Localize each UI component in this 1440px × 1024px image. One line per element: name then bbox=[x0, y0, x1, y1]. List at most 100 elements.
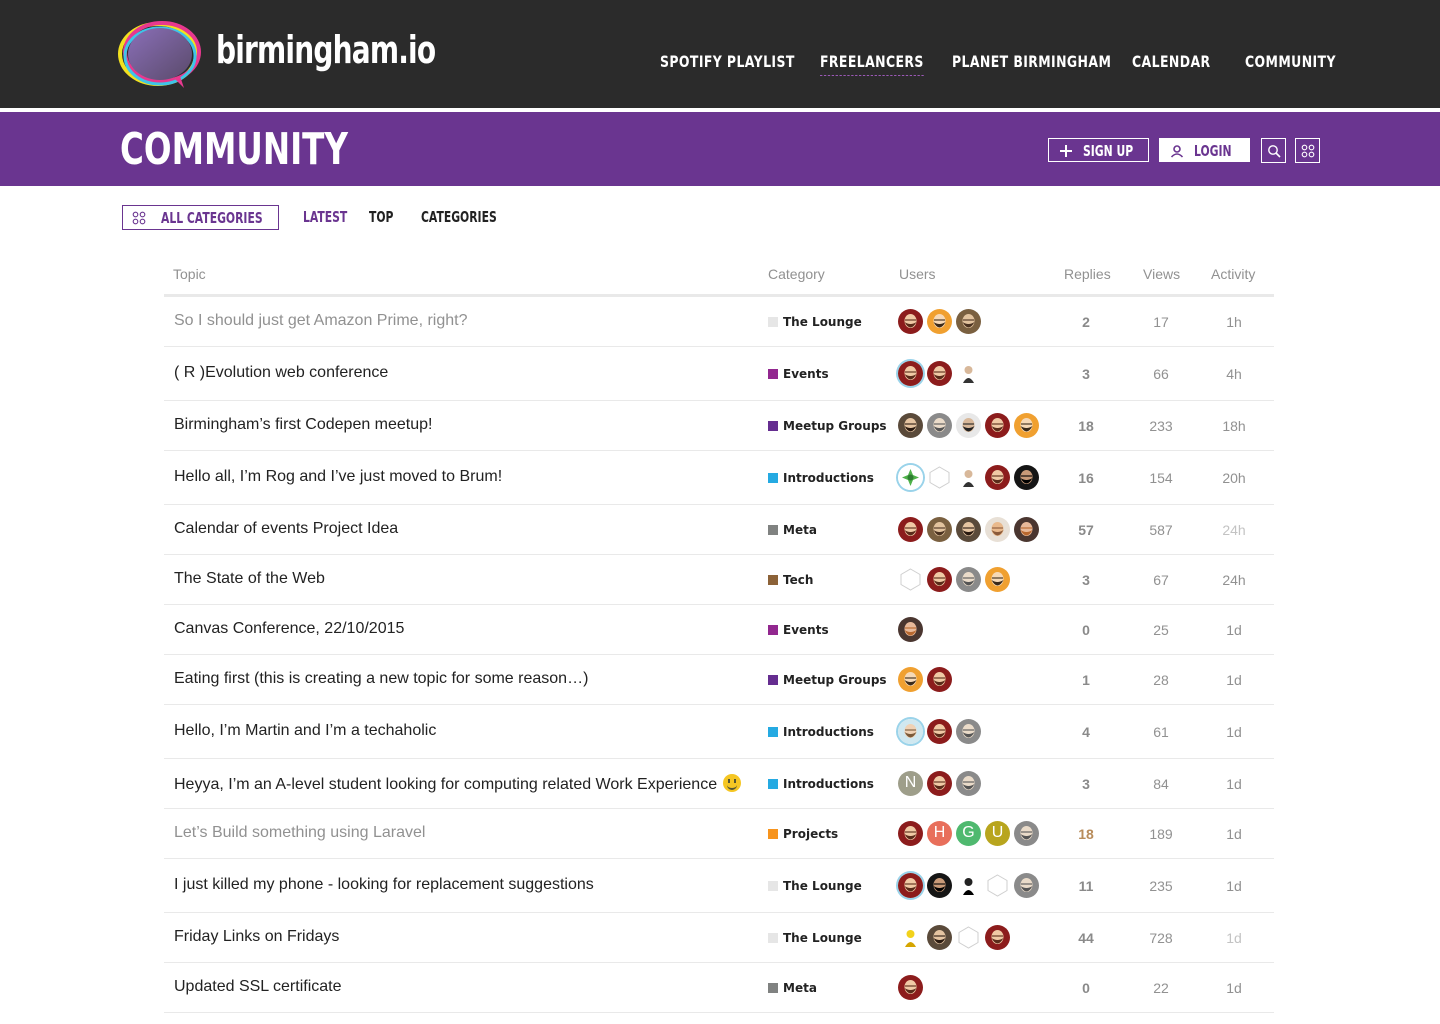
menu-button[interactable] bbox=[1295, 138, 1320, 163]
user-avatar[interactable] bbox=[927, 567, 952, 592]
user-avatar[interactable] bbox=[956, 465, 981, 490]
user-avatar[interactable] bbox=[1014, 413, 1039, 438]
user-avatar[interactable] bbox=[927, 465, 952, 490]
user-avatar[interactable] bbox=[927, 925, 952, 950]
user-avatar[interactable] bbox=[1014, 517, 1039, 542]
topic-title-link[interactable]: Heyya, I’m an A-level student looking fo… bbox=[174, 774, 742, 794]
activity-time[interactable]: 1d bbox=[1204, 826, 1264, 842]
topic-title-link[interactable]: Hello, I’m Martin and I’m a techaholic bbox=[174, 722, 436, 740]
user-avatar[interactable] bbox=[898, 465, 923, 490]
user-avatar[interactable] bbox=[956, 719, 981, 744]
category-badge[interactable]: The Lounge bbox=[768, 931, 862, 945]
user-avatar[interactable] bbox=[898, 517, 923, 542]
user-avatar[interactable] bbox=[956, 517, 981, 542]
category-badge[interactable]: Meetup Groups bbox=[768, 673, 887, 687]
column-header-activity[interactable]: Activity bbox=[1211, 266, 1255, 282]
category-badge[interactable]: The Lounge bbox=[768, 879, 862, 893]
user-avatar[interactable] bbox=[985, 413, 1010, 438]
user-avatar[interactable] bbox=[1014, 465, 1039, 490]
user-avatar[interactable]: U bbox=[985, 821, 1010, 846]
topic-title-link[interactable]: Eating first (this is creating a new top… bbox=[174, 670, 588, 688]
activity-time[interactable]: 1h bbox=[1204, 314, 1264, 330]
user-avatar[interactable] bbox=[898, 873, 923, 898]
site-name[interactable]: birmingham.io bbox=[216, 28, 436, 72]
tab-categories[interactable]: CATEGORIES bbox=[421, 208, 497, 226]
user-avatar[interactable] bbox=[1014, 873, 1039, 898]
column-header-views[interactable]: Views bbox=[1143, 266, 1180, 282]
topic-title-link[interactable]: Updated SSL certificate bbox=[174, 978, 342, 996]
activity-time[interactable]: 1d bbox=[1204, 622, 1264, 638]
activity-time[interactable]: 4h bbox=[1204, 366, 1264, 382]
category-badge[interactable]: Tech bbox=[768, 573, 813, 587]
nav-calendar[interactable]: CALENDAR bbox=[1132, 52, 1210, 76]
user-avatar[interactable] bbox=[985, 465, 1010, 490]
activity-time[interactable]: 1d bbox=[1204, 930, 1264, 946]
column-header-replies[interactable]: Replies bbox=[1064, 266, 1111, 282]
user-avatar[interactable] bbox=[927, 873, 952, 898]
topic-title-link[interactable]: Calendar of events Project Idea bbox=[174, 520, 398, 538]
activity-time[interactable]: 1d bbox=[1204, 980, 1264, 996]
user-avatar[interactable] bbox=[927, 517, 952, 542]
activity-time[interactable]: 20h bbox=[1204, 470, 1264, 486]
user-avatar[interactable] bbox=[927, 771, 952, 796]
user-avatar[interactable] bbox=[927, 361, 952, 386]
topic-title-link[interactable]: Let’s Build something using Laravel bbox=[174, 824, 425, 842]
search-button[interactable] bbox=[1261, 138, 1286, 163]
nav-spotify-playlist[interactable]: SPOTIFY PLAYLIST bbox=[660, 52, 795, 76]
activity-time[interactable]: 24h bbox=[1204, 522, 1264, 538]
user-avatar[interactable] bbox=[985, 517, 1010, 542]
topic-title-link[interactable]: Hello all, I’m Rog and I’ve just moved t… bbox=[174, 468, 502, 486]
user-avatar[interactable] bbox=[956, 361, 981, 386]
user-avatar[interactable] bbox=[985, 925, 1010, 950]
nav-planet-birmingham[interactable]: PLANET BIRMINGHAM bbox=[952, 52, 1111, 76]
user-avatar[interactable] bbox=[927, 413, 952, 438]
user-avatar[interactable] bbox=[898, 975, 923, 1000]
user-avatar[interactable] bbox=[956, 567, 981, 592]
sign-up-button[interactable]: SIGN UP bbox=[1048, 138, 1149, 162]
category-badge[interactable]: Meta bbox=[768, 981, 817, 995]
birmingham-logo-icon[interactable] bbox=[118, 20, 202, 90]
activity-time[interactable]: 1d bbox=[1204, 672, 1264, 688]
category-badge[interactable]: Projects bbox=[768, 827, 838, 841]
user-avatar[interactable] bbox=[956, 873, 981, 898]
topic-title-link[interactable]: Friday Links on Fridays bbox=[174, 928, 339, 946]
user-avatar[interactable] bbox=[898, 719, 923, 744]
user-avatar[interactable] bbox=[898, 413, 923, 438]
activity-time[interactable]: 24h bbox=[1204, 572, 1264, 588]
user-avatar[interactable] bbox=[898, 617, 923, 642]
user-avatar[interactable] bbox=[898, 667, 923, 692]
user-avatar[interactable] bbox=[898, 361, 923, 386]
category-badge[interactable]: Introductions bbox=[768, 471, 874, 485]
user-avatar[interactable] bbox=[985, 567, 1010, 592]
user-avatar[interactable] bbox=[956, 771, 981, 796]
activity-time[interactable]: 1d bbox=[1204, 776, 1264, 792]
user-avatar[interactable] bbox=[898, 925, 923, 950]
tab-top[interactable]: TOP bbox=[369, 208, 393, 226]
category-badge[interactable]: Meta bbox=[768, 523, 817, 537]
user-avatar[interactable]: N bbox=[898, 771, 923, 796]
user-avatar[interactable]: H bbox=[927, 821, 952, 846]
user-avatar[interactable] bbox=[927, 719, 952, 744]
user-avatar[interactable] bbox=[898, 567, 923, 592]
topic-title-link[interactable]: So I should just get Amazon Prime, right… bbox=[174, 312, 467, 330]
user-avatar[interactable] bbox=[956, 925, 981, 950]
tab-latest[interactable]: LATEST bbox=[303, 208, 347, 226]
all-categories-dropdown[interactable]: ALL CATEGORIES bbox=[122, 205, 279, 230]
category-badge[interactable]: Events bbox=[768, 623, 829, 637]
topic-title-link[interactable]: I just killed my phone - looking for rep… bbox=[174, 876, 594, 894]
user-avatar[interactable] bbox=[956, 309, 981, 334]
category-badge[interactable]: The Lounge bbox=[768, 315, 862, 329]
user-avatar[interactable] bbox=[1014, 821, 1039, 846]
category-badge[interactable]: Introductions bbox=[768, 725, 874, 739]
activity-time[interactable]: 1d bbox=[1204, 878, 1264, 894]
user-avatar[interactable] bbox=[985, 873, 1010, 898]
login-button[interactable]: LOGIN bbox=[1159, 138, 1250, 162]
category-badge[interactable]: Events bbox=[768, 367, 829, 381]
nav-freelancers[interactable]: FREELANCERS bbox=[820, 52, 924, 76]
user-avatar[interactable] bbox=[927, 309, 952, 334]
activity-time[interactable]: 1d bbox=[1204, 724, 1264, 740]
topic-title-link[interactable]: Canvas Conference, 22/10/2015 bbox=[174, 620, 404, 638]
user-avatar[interactable] bbox=[956, 413, 981, 438]
user-avatar[interactable] bbox=[898, 821, 923, 846]
topic-title-link[interactable]: The State of the Web bbox=[174, 570, 325, 588]
